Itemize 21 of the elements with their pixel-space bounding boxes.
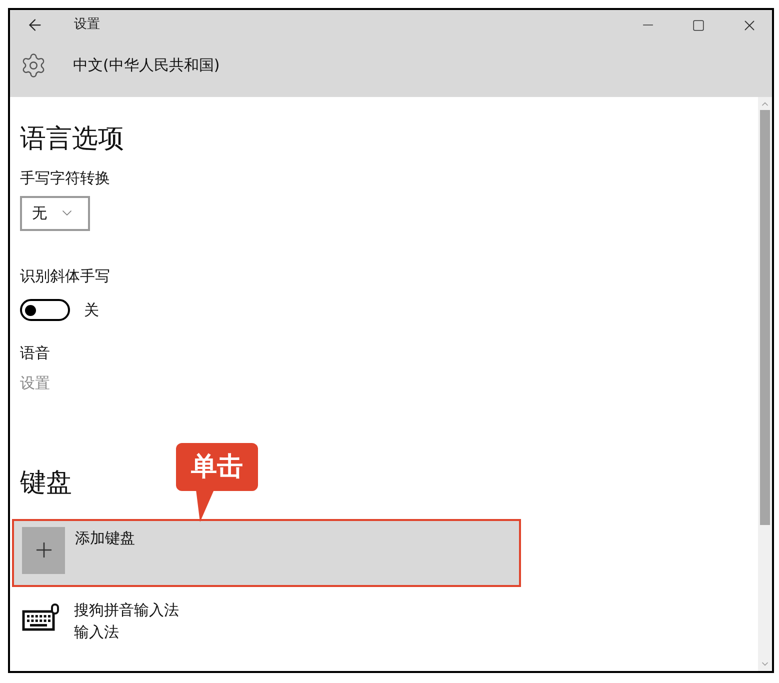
maximize-icon[interactable] [692, 18, 705, 32]
setting-label: 语音 [20, 342, 51, 364]
toggle-state: 关 [84, 300, 99, 321]
section-heading: 语言选项 [20, 123, 124, 156]
settings-icon [20, 52, 47, 78]
toggle-knob [25, 304, 36, 316]
window-title: 设置 [74, 16, 100, 34]
conversion-dropdown[interactable]: 无 [20, 196, 90, 230]
setting-label: 手写字符转换 [20, 168, 111, 189]
keyboard-name: 搜狗拼音输入法 [74, 600, 179, 620]
setting-label: 识别斜体手写 [20, 266, 111, 286]
keyboard-icon [22, 602, 60, 632]
page-title: 中文(中华人民共和国) [73, 54, 220, 76]
italic-toggle[interactable] [20, 299, 70, 322]
speech-settings-link[interactable]: 设置 [20, 372, 50, 394]
plus-icon [22, 526, 65, 574]
add-keyboard-button[interactable]: 添加键盘 [12, 518, 521, 586]
keyboard-type: 输入法 [74, 622, 120, 642]
section-heading: 键盘 [20, 466, 72, 500]
click-callout: 单击 [176, 443, 258, 491]
callout-pointer-icon [196, 490, 214, 522]
